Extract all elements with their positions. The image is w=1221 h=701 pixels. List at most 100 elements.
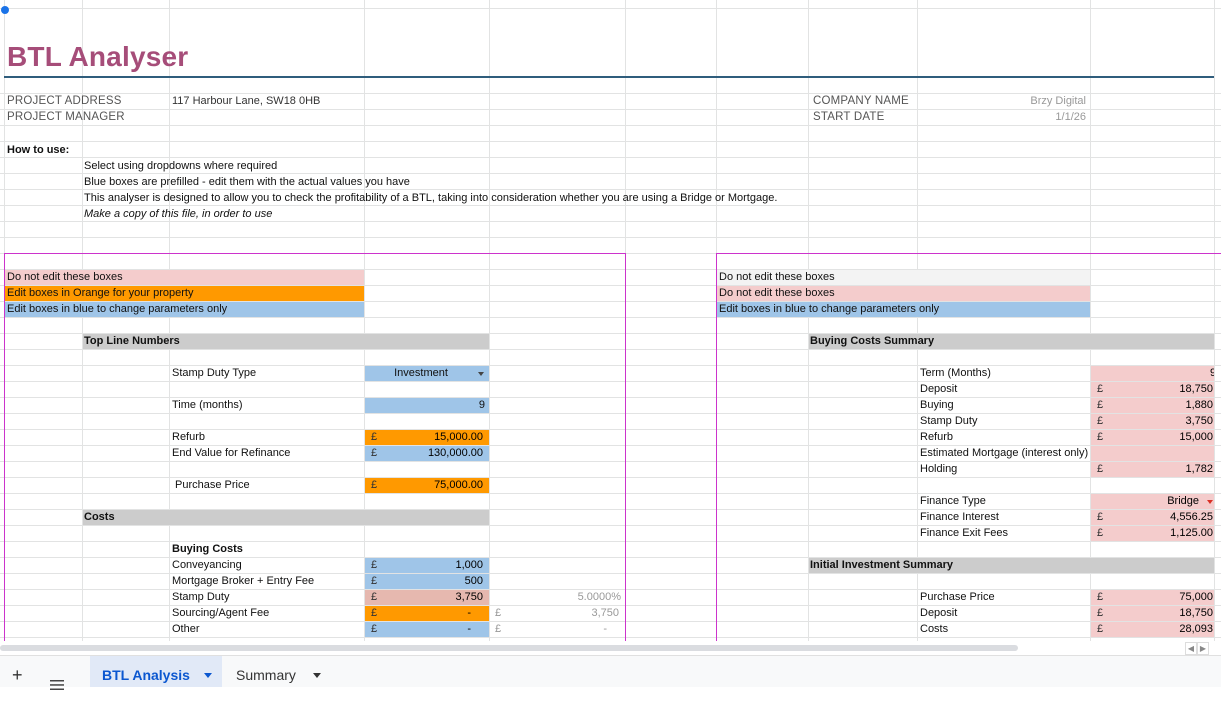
currency-symbol: £ [1097,415,1104,427]
end-value-value[interactable]: 130,000.00 [428,446,483,461]
project-address-value[interactable]: 117 Harbour Lane, SW18 0HB [172,94,472,109]
sourcing-fee-calc: 3,750 [591,607,619,619]
investment-row-cell: £ 18,750 [1091,606,1214,621]
page-title: BTL Analyser [7,41,189,72]
end-value-cell[interactable]: £ 130,000.00 [365,446,489,461]
currency-symbol: £ [1097,383,1104,395]
tab-summary[interactable]: Summary [224,656,332,687]
scroll-left-icon[interactable]: ◀ [1185,642,1197,655]
cost-row-value[interactable]: - [467,622,471,637]
selection-handle[interactable] [1,6,9,14]
stamp-duty-rate: 5.0000% [577,591,621,603]
time-months-input[interactable]: 9 [365,398,489,413]
refurb-value[interactable]: 15,000.00 [434,430,483,445]
scrollbar-thumb[interactable] [0,645,1018,651]
other-calc: - [603,623,607,635]
refurb-cell[interactable]: £ 15,000.00 [365,430,489,445]
purchase-price-label: Purchase Price [175,479,250,491]
all-sheets-menu-icon[interactable] [50,670,64,690]
finance-exit-value: 1,125.00 [1170,527,1213,539]
summary-row-label: Stamp Duty [920,415,978,427]
horizontal-scrollbar[interactable] [0,641,1221,655]
cost-row-value: 3,750 [455,591,483,603]
cost-row-value[interactable]: 500 [465,574,483,589]
summary-row-value: 18,750 [1179,383,1213,395]
tab-btl-analysis[interactable]: BTL Analysis [90,656,222,687]
investment-row-value: 28,093 [1179,623,1213,635]
stamp-duty-type-dropdown[interactable]: Investment [365,366,489,381]
sourcing-fee-calc-cell: £ 3,750 [490,606,625,621]
other-calc-cell: £ - [490,622,625,637]
scroll-right-icon[interactable]: ▶ [1197,642,1209,655]
legend-no-edit: Do not edit these boxes [717,286,1090,301]
buying-costs-label: Buying Costs [172,543,243,555]
holding-value: 1,782 [1185,463,1213,475]
refurb-label: Refurb [172,431,206,443]
estimated-mortgage-label: Estimated Mortgage (interest only) [920,447,1089,459]
purchase-price-value[interactable]: 75,000.00 [434,478,483,493]
finance-interest-label: Finance Interest [920,511,999,523]
company-name-value[interactable]: Brzy Digital [918,94,1090,109]
cost-row-cell[interactable]: £ - [365,606,489,621]
summary-row-label: Deposit [920,383,958,395]
finance-type-value[interactable]: Bridge [1167,494,1199,509]
currency-symbol: £ [1097,623,1104,635]
finance-interest-value: 4,556.25 [1170,511,1213,523]
finance-exit-label: Finance Exit Fees [920,527,1009,539]
finance-exit-cell: £ 1,125.00 [1091,526,1214,541]
term-value: 9 [1210,367,1214,379]
section-header-costs: Costs [83,510,489,525]
sheet-tab-bar: + BTL Analysis Summary [0,655,1221,690]
project-manager-label: PROJECT MANAGER [7,111,125,123]
chevron-down-icon[interactable] [204,673,212,678]
add-sheet-button[interactable]: + [12,656,23,687]
cost-row-label: Other [172,623,200,635]
cost-row-cell[interactable]: £ 1,000 [365,558,489,573]
cost-row-label: Stamp Duty [172,591,230,603]
currency-symbol: £ [495,607,502,619]
tab-label: Summary [236,667,296,683]
end-value-label: End Value for Refinance [172,447,291,459]
term-label: Term (Months) [920,367,991,379]
cost-row-value[interactable]: - [467,606,471,621]
section-header-initial-investment: Initial Investment Summary [809,558,1214,573]
investment-row-cell: £ 75,000 [1091,590,1214,605]
currency-symbol: £ [371,607,378,619]
summary-row-cell: £ 15,000 [1091,430,1214,445]
cost-row-cell: £ 3,750 [365,590,489,605]
currency-symbol: £ [1097,511,1104,523]
finance-type-dropdown[interactable]: Bridge [1091,494,1214,509]
currency-symbol: £ [371,431,378,443]
summary-row-label: Buying [920,399,954,411]
summary-row-cell: £ 1,880 [1091,398,1214,413]
currency-symbol: £ [495,623,502,635]
time-months-label: Time (months) [172,399,243,411]
start-date-value[interactable]: 1/1/26 [918,110,1090,125]
cost-row-label: Sourcing/Agent Fee [172,607,270,619]
hamburger-icon [50,680,64,690]
summary-row-label: Refurb [920,431,954,443]
how-to-use-line: This analyser is designed to allow you t… [84,192,778,204]
section-header-buying-summary: Buying Costs Summary [809,334,1214,349]
how-to-use-line: Blue boxes are prefilled - edit them wit… [84,176,410,188]
chevron-down-icon[interactable] [1207,500,1213,504]
currency-symbol: £ [371,447,378,459]
cost-row-cell[interactable]: £ - [365,622,489,637]
legend-orange: Edit boxes in Orange for your property [5,286,364,301]
currency-symbol: £ [371,575,378,587]
cost-row-value[interactable]: 1,000 [455,558,483,573]
purchase-price-cell[interactable]: £ 75,000.00 [365,478,489,493]
spreadsheet-grid[interactable]: BTL Analyser PROJECT ADDRESS 117 Harbour… [0,0,1221,641]
estimated-mortgage-cell [1091,446,1214,461]
chevron-down-icon[interactable] [478,372,484,376]
company-name-label: COMPANY NAME [813,95,909,107]
stamp-duty-type-label: Stamp Duty Type [172,367,257,379]
investment-row-value: 75,000 [1179,591,1213,603]
currency-symbol: £ [1097,607,1104,619]
chevron-down-icon[interactable] [313,673,321,678]
tab-label: BTL Analysis [102,667,190,683]
currency-symbol: £ [371,591,378,603]
cost-row-cell[interactable]: £ 500 [365,574,489,589]
legend-blue: Edit boxes in blue to change parameters … [717,302,1090,317]
finance-type-label: Finance Type [920,495,986,507]
